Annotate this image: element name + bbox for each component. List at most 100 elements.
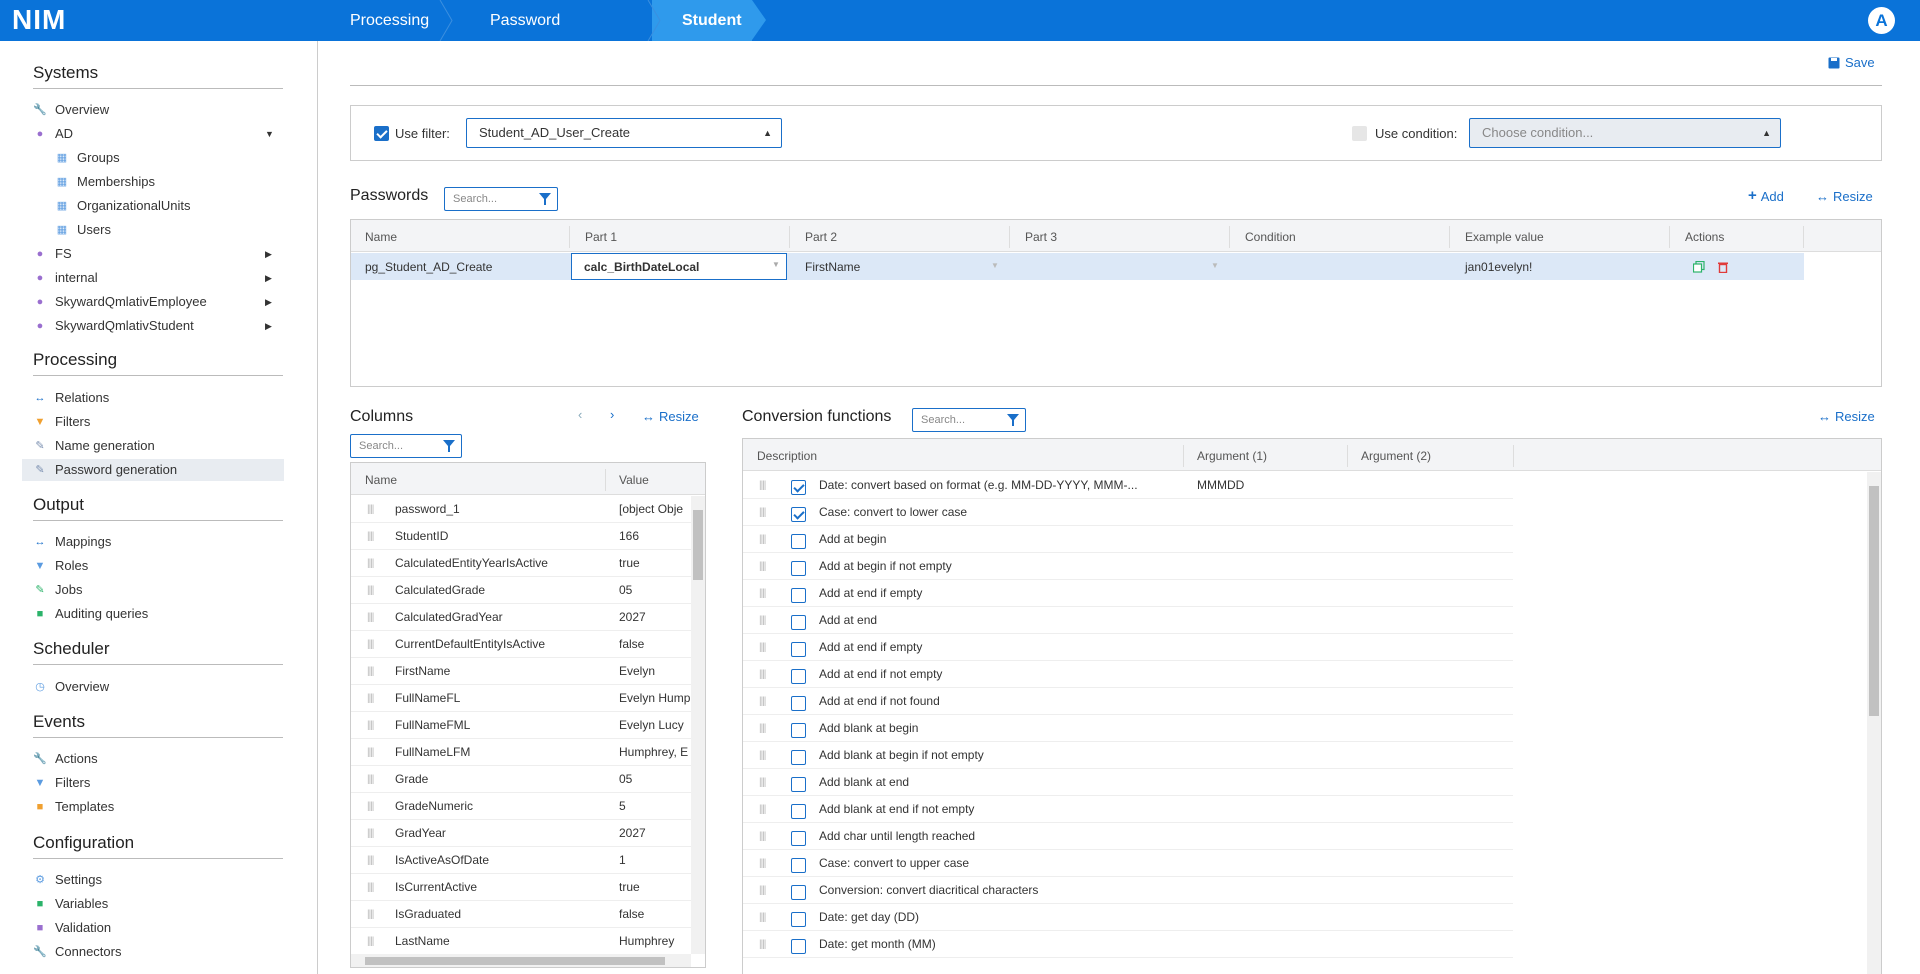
function-checkbox[interactable] bbox=[791, 615, 806, 630]
list-item[interactable]: |||| Add at end bbox=[743, 607, 1513, 634]
drag-handle-icon[interactable]: |||| bbox=[759, 553, 766, 579]
sidebar-item-event-filters[interactable]: ▼ Filters bbox=[33, 772, 91, 794]
passwords-resize-button[interactable]: ↔ Resize bbox=[1816, 189, 1873, 204]
drag-handle-icon[interactable]: |||| bbox=[759, 580, 766, 606]
user-avatar[interactable]: A bbox=[1868, 7, 1895, 34]
drag-handle-icon[interactable]: |||| bbox=[367, 577, 374, 603]
list-item[interactable]: |||| Add at end if empty bbox=[743, 634, 1513, 661]
trash-icon[interactable] bbox=[1717, 261, 1729, 273]
drag-handle-icon[interactable]: |||| bbox=[367, 496, 374, 522]
chevron-down-icon[interactable]: ▼ bbox=[1211, 261, 1219, 270]
list-item[interactable]: |||| Add at begin bbox=[743, 526, 1513, 553]
drag-handle-icon[interactable]: |||| bbox=[759, 742, 766, 768]
col-header-part2[interactable]: Part 2 bbox=[805, 230, 837, 244]
table-row[interactable]: |||| FirstName Evelyn bbox=[351, 658, 691, 685]
save-button[interactable]: Save bbox=[1828, 55, 1875, 70]
caret-right-icon[interactable]: ▶ bbox=[265, 321, 272, 332]
function-checkbox[interactable] bbox=[791, 723, 806, 738]
columns-scrollbar[interactable] bbox=[691, 496, 705, 954]
scrollbar-thumb[interactable] bbox=[1869, 486, 1879, 716]
table-row[interactable]: |||| FullNameLFM Humphrey, E bbox=[351, 739, 691, 766]
chevron-down-icon[interactable]: ▼ bbox=[991, 261, 999, 270]
drag-handle-icon[interactable]: |||| bbox=[759, 607, 766, 633]
columns-search-input[interactable]: Search... bbox=[350, 434, 462, 458]
sidebar-item-overview[interactable]: 🔧 Overview bbox=[33, 99, 109, 121]
drag-handle-icon[interactable]: |||| bbox=[759, 526, 766, 552]
drag-handle-icon[interactable]: |||| bbox=[367, 928, 374, 954]
function-checkbox[interactable] bbox=[791, 507, 806, 522]
drag-handle-icon[interactable]: |||| bbox=[367, 766, 374, 792]
list-item[interactable]: |||| Add at begin if not empty bbox=[743, 553, 1513, 580]
caret-down-icon[interactable]: ▼ bbox=[265, 129, 274, 139]
table-row[interactable]: |||| FullNameFL Evelyn Hump bbox=[351, 685, 691, 712]
drag-handle-icon[interactable]: |||| bbox=[367, 550, 374, 576]
drag-handle-icon[interactable]: |||| bbox=[759, 877, 766, 903]
table-row[interactable]: |||| GradYear 2027 bbox=[351, 820, 691, 847]
list-item[interactable]: |||| Add blank at begin if not empty bbox=[743, 742, 1513, 769]
drag-handle-icon[interactable]: |||| bbox=[367, 523, 374, 549]
table-row[interactable]: |||| CalculatedGrade 05 bbox=[351, 577, 691, 604]
table-row[interactable]: |||| CurrentDefaultEntityIsActive false bbox=[351, 631, 691, 658]
funnel-icon[interactable] bbox=[443, 440, 455, 452]
sidebar-item-memberships[interactable]: ▦ Memberships bbox=[55, 171, 155, 193]
col-header-part3[interactable]: Part 3 bbox=[1025, 230, 1057, 244]
function-checkbox[interactable] bbox=[791, 534, 806, 549]
condition-select[interactable]: Choose condition... ▲ bbox=[1469, 118, 1781, 148]
funnel-icon[interactable] bbox=[1007, 414, 1019, 426]
col-header-name[interactable]: Name bbox=[365, 230, 397, 244]
col-header-argument-2[interactable]: Argument (2) bbox=[1361, 449, 1431, 463]
drag-handle-icon[interactable]: |||| bbox=[759, 850, 766, 876]
sidebar-item-roles[interactable]: ▼ Roles bbox=[33, 555, 89, 577]
sidebar-item-relations[interactable]: ↔ Relations bbox=[33, 387, 110, 409]
list-item[interactable]: |||| Add at end if empty bbox=[743, 580, 1513, 607]
sidebar-item-ad[interactable]: ● AD bbox=[33, 123, 73, 145]
table-row[interactable]: |||| IsActiveAsOfDate 1 bbox=[351, 847, 691, 874]
sidebar-item-variables[interactable]: ■ Variables bbox=[33, 893, 109, 915]
columns-resize-button[interactable]: ↔ Resize bbox=[642, 409, 699, 424]
col-header-name[interactable]: Name bbox=[365, 473, 397, 487]
drag-handle-icon[interactable]: |||| bbox=[759, 661, 766, 687]
drag-handle-icon[interactable]: |||| bbox=[759, 715, 766, 741]
table-row[interactable]: |||| LastName Humphrey bbox=[351, 928, 691, 955]
table-row[interactable]: |||| StudentID 166 bbox=[351, 523, 691, 550]
table-row[interactable]: |||| password_1 [object Obje bbox=[351, 496, 691, 523]
list-item[interactable]: |||| Conversion: convert diacritical char… bbox=[743, 877, 1513, 904]
drag-handle-icon[interactable]: |||| bbox=[367, 820, 374, 846]
drag-handle-icon[interactable]: |||| bbox=[367, 658, 374, 684]
table-row[interactable]: pg_Student_AD_Create calc_BirthDateLocal… bbox=[351, 253, 1804, 280]
conversion-scrollbar[interactable] bbox=[1867, 472, 1881, 974]
list-item[interactable]: |||| Case: convert to upper case bbox=[743, 850, 1513, 877]
drag-handle-icon[interactable]: |||| bbox=[367, 901, 374, 927]
sidebar-item-settings[interactable]: ⚙ Settings bbox=[33, 869, 102, 891]
col-header-actions[interactable]: Actions bbox=[1685, 230, 1724, 244]
drag-handle-icon[interactable]: |||| bbox=[367, 847, 374, 873]
function-checkbox[interactable] bbox=[791, 831, 806, 846]
list-item[interactable]: |||| Case: convert to lower case bbox=[743, 499, 1513, 526]
function-checkbox[interactable] bbox=[791, 588, 806, 603]
drag-handle-icon[interactable]: |||| bbox=[759, 634, 766, 660]
col-header-example-value[interactable]: Example value bbox=[1465, 230, 1544, 244]
use-condition-checkbox[interactable] bbox=[1352, 126, 1367, 141]
function-checkbox[interactable] bbox=[791, 561, 806, 576]
breadcrumb-student[interactable]: Student bbox=[652, 0, 766, 41]
add-password-button[interactable]: + Add bbox=[1748, 188, 1784, 204]
sidebar-item-organizationalunits[interactable]: ▦ OrganizationalUnits bbox=[55, 195, 191, 217]
col-header-argument-1[interactable]: Argument (1) bbox=[1197, 449, 1267, 463]
passwords-search-input[interactable]: Search... bbox=[444, 187, 558, 211]
drag-handle-icon[interactable]: |||| bbox=[759, 769, 766, 795]
drag-handle-icon[interactable]: |||| bbox=[759, 796, 766, 822]
list-item[interactable]: |||| Date: get month (MM) bbox=[743, 931, 1513, 958]
caret-right-icon[interactable]: ▶ bbox=[265, 249, 272, 260]
function-checkbox[interactable] bbox=[791, 480, 806, 495]
table-row[interactable]: |||| CalculatedEntityYearIsActive true bbox=[351, 550, 691, 577]
sidebar-item-scheduler-overview[interactable]: ◷ Overview bbox=[33, 676, 109, 698]
sidebar-item-skywardqmlativemployee[interactable]: ● SkywardQmlativEmployee bbox=[33, 291, 207, 313]
chevron-left-icon[interactable]: ‹ bbox=[578, 407, 582, 422]
sidebar-item-actions[interactable]: 🔧 Actions bbox=[33, 748, 98, 770]
scrollbar-thumb[interactable] bbox=[693, 510, 703, 580]
part1-select[interactable]: calc_BirthDateLocal ▼ bbox=[571, 253, 787, 280]
list-item[interactable]: |||| Add char until length reached bbox=[743, 823, 1513, 850]
sidebar-item-templates[interactable]: ■ Templates bbox=[33, 796, 115, 818]
list-item[interactable]: |||| Add blank at end bbox=[743, 769, 1513, 796]
sidebar-item-name-generation[interactable]: ✎ Name generation bbox=[33, 435, 154, 457]
